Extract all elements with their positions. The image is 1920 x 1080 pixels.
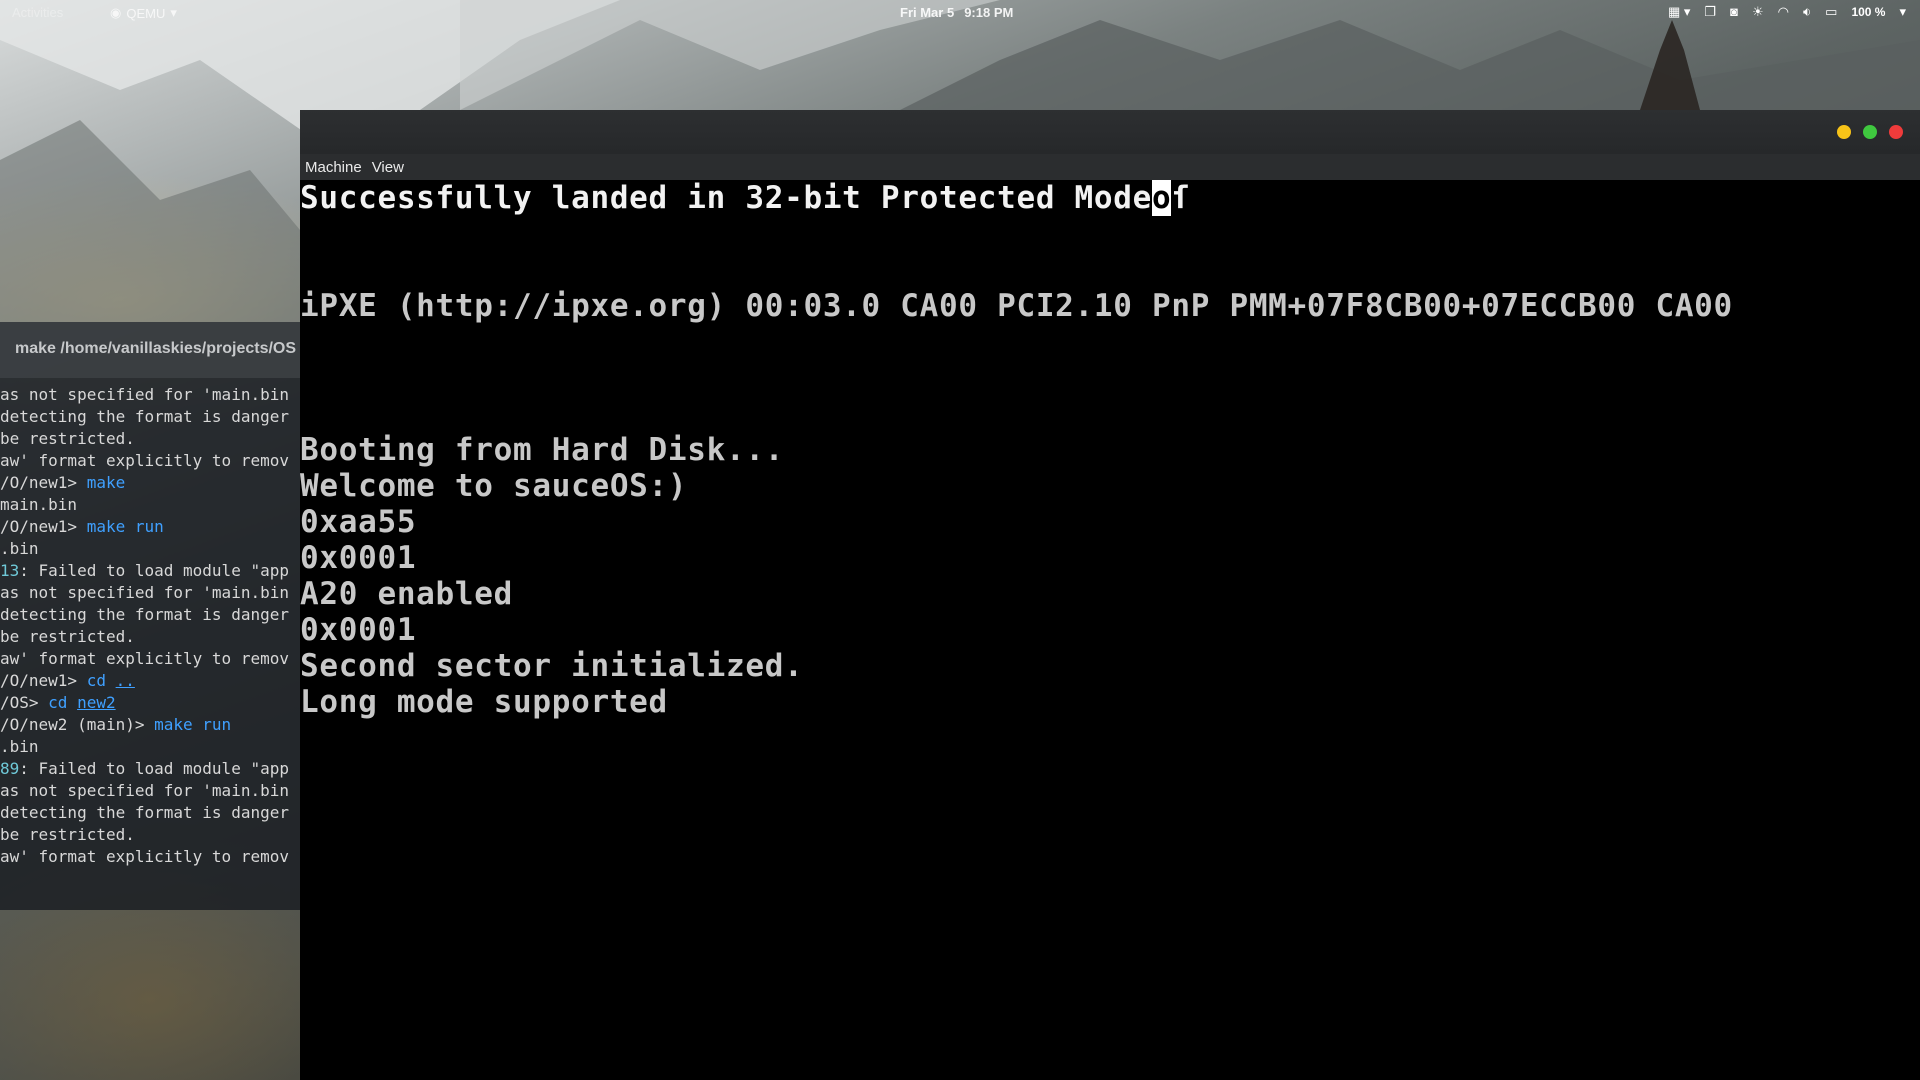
terminal-command: cd bbox=[48, 693, 78, 712]
terminal-line: be restricted. bbox=[0, 428, 300, 450]
screen-line: Welcome to sauceOS:) bbox=[300, 468, 688, 504]
terminal-line: /O/new1> make bbox=[0, 472, 300, 494]
clock-date: Fri Mar 5 bbox=[900, 5, 955, 20]
terminal-line: /O/new1> cd .. bbox=[0, 670, 300, 692]
close-button[interactable] bbox=[1889, 125, 1903, 139]
terminal-line: detecting the format is danger bbox=[0, 604, 300, 626]
window-titlebar[interactable] bbox=[300, 110, 1920, 154]
terminal-text: detecting the format is danger bbox=[0, 803, 289, 822]
terminal-text: be restricted. bbox=[0, 429, 135, 448]
terminal-line: detecting the format is danger bbox=[0, 406, 300, 428]
menu-view[interactable]: View bbox=[372, 159, 404, 180]
terminal-line: .bin bbox=[0, 736, 300, 758]
text-cursor: o bbox=[1152, 180, 1172, 216]
terminal-text: 89 bbox=[0, 759, 20, 778]
terminal-line: aw' format explicitly to remov bbox=[0, 846, 300, 868]
chevron-down-icon[interactable]: ▾ bbox=[1899, 4, 1906, 20]
terminal-text: /O/new1> bbox=[0, 473, 87, 492]
maximize-button[interactable] bbox=[1863, 125, 1877, 139]
terminal-line: be restricted. bbox=[0, 824, 300, 846]
terminal-text: .bin bbox=[0, 737, 39, 756]
terminal-text: : Failed to load module "app bbox=[19, 759, 289, 778]
protected-mode-message: Successfully landed in 32-bit Protected … bbox=[300, 180, 1152, 216]
terminal-text: detecting the format is danger bbox=[0, 407, 289, 426]
terminal-text: .bin bbox=[0, 539, 39, 558]
terminal-command: cd bbox=[86, 671, 116, 690]
top-bar: Activities ◉ QEMU ▾ Fri Mar 5 9:18 PM ▦ … bbox=[0, 0, 1920, 26]
terminal-line: /O/new2 (main)> make run bbox=[0, 714, 300, 736]
terminal-line: be restricted. bbox=[0, 626, 300, 648]
workspace-indicator-icon[interactable]: ▦ ▾ bbox=[1668, 4, 1690, 20]
screen-line: Long mode supported bbox=[300, 684, 668, 720]
volume-icon[interactable]: 🔉︎ bbox=[1803, 4, 1811, 20]
terminal-line: main.bin bbox=[0, 494, 300, 516]
terminal-path-link[interactable]: .. bbox=[116, 671, 135, 690]
terminal-text: /OS> bbox=[0, 693, 49, 712]
terminal-text: as not specified for 'main.bin bbox=[0, 583, 289, 602]
terminal-text: be restricted. bbox=[0, 627, 135, 646]
terminal-text: detecting the format is danger bbox=[0, 605, 289, 624]
screen-line: 0x0001 bbox=[300, 540, 417, 576]
screen-trailing-glyph: ſ bbox=[1171, 180, 1191, 216]
terminal-text: /O/new1> bbox=[0, 517, 87, 536]
activities-button[interactable]: Activities bbox=[12, 5, 63, 20]
screen-line: 0x0001 bbox=[300, 612, 417, 648]
terminal-text: : Failed to load module "app bbox=[19, 561, 289, 580]
wifi-icon[interactable]: ◠ bbox=[1778, 4, 1789, 20]
minimize-button[interactable] bbox=[1837, 125, 1851, 139]
qemu-menubar: Machine View bbox=[300, 154, 1920, 180]
terminal-line: .bin bbox=[0, 538, 300, 560]
screen-line: iPXE (http://ipxe.org) 00:03.0 CA00 PCI2… bbox=[300, 288, 1733, 324]
qemu-window[interactable]: Machine View Successfully landed in 32-b… bbox=[300, 110, 1920, 1080]
terminal-output: as not specified for 'main.bin detecting … bbox=[0, 384, 300, 868]
brightness-icon[interactable]: ☀ bbox=[1752, 4, 1764, 20]
terminal-text: as not specified for 'main.bin bbox=[0, 385, 289, 404]
terminal-title: make /home/vanillaskies/projects/OS bbox=[0, 322, 300, 378]
terminal-line: detecting the format is danger bbox=[0, 802, 300, 824]
terminal-text: aw' format explicitly to remov bbox=[0, 847, 289, 866]
terminal-line: /OS> cd new2 bbox=[0, 692, 300, 714]
camera-icon[interactable]: ◙ bbox=[1730, 4, 1738, 20]
vga-display[interactable]: Successfully landed in 32-bit Protected … bbox=[300, 180, 1920, 1080]
screen-line: Successfully landed in 32-bit Protected … bbox=[300, 180, 1191, 216]
terminal-text: aw' format explicitly to remov bbox=[0, 649, 289, 668]
terminal-command: make run bbox=[86, 517, 164, 536]
screen-line: Second sector initialized. bbox=[300, 648, 804, 684]
screen-line: A20 enabled bbox=[300, 576, 513, 612]
terminal-text: be restricted. bbox=[0, 825, 135, 844]
terminal-path-link[interactable]: new2 bbox=[77, 693, 116, 712]
clock[interactable]: Fri Mar 5 9:18 PM bbox=[900, 5, 1013, 20]
qemu-app-icon: ◉ bbox=[110, 5, 122, 20]
screen-line: Booting from Hard Disk... bbox=[300, 432, 785, 468]
terminal-line: as not specified for 'main.bin bbox=[0, 384, 300, 406]
terminal-command: make run bbox=[154, 715, 232, 734]
clock-time: 9:18 PM bbox=[964, 5, 1014, 20]
battery-percentage: 100 % bbox=[1851, 5, 1886, 19]
clipboard-icon[interactable]: ❐ bbox=[1704, 4, 1716, 20]
chevron-down-icon: ▾ bbox=[170, 5, 177, 20]
terminal-line: 13: Failed to load module "app bbox=[0, 560, 300, 582]
battery-icon[interactable]: ▭ bbox=[1825, 4, 1837, 20]
terminal-text: as not specified for 'main.bin bbox=[0, 781, 289, 800]
terminal-line: /O/new1> make run bbox=[0, 516, 300, 538]
terminal-line: aw' format explicitly to remov bbox=[0, 648, 300, 670]
menu-machine[interactable]: Machine bbox=[305, 159, 362, 180]
terminal-text: aw' format explicitly to remov bbox=[0, 451, 289, 470]
app-menu-label: QEMU bbox=[126, 5, 166, 21]
screen-line: 0xaa55 bbox=[300, 504, 417, 540]
terminal-text: /O/new1> bbox=[0, 671, 87, 690]
terminal-command: make bbox=[86, 473, 126, 492]
terminal-line: 89: Failed to load module "app bbox=[0, 758, 300, 780]
terminal-text: /O/new2 (main)> bbox=[0, 715, 155, 734]
terminal-line: as not specified for 'main.bin bbox=[0, 780, 300, 802]
terminal-line: as not specified for 'main.bin bbox=[0, 582, 300, 604]
system-tray[interactable]: ▦ ▾ ❐ ◙ ☀ ◠ 🔉︎ ▭ 100 % ▾ bbox=[1668, 4, 1906, 20]
app-menu[interactable]: ◉ QEMU ▾ bbox=[110, 5, 177, 21]
terminal-text: main.bin bbox=[0, 495, 78, 514]
terminal-line: aw' format explicitly to remov bbox=[0, 450, 300, 472]
terminal-text: 13 bbox=[0, 561, 20, 580]
